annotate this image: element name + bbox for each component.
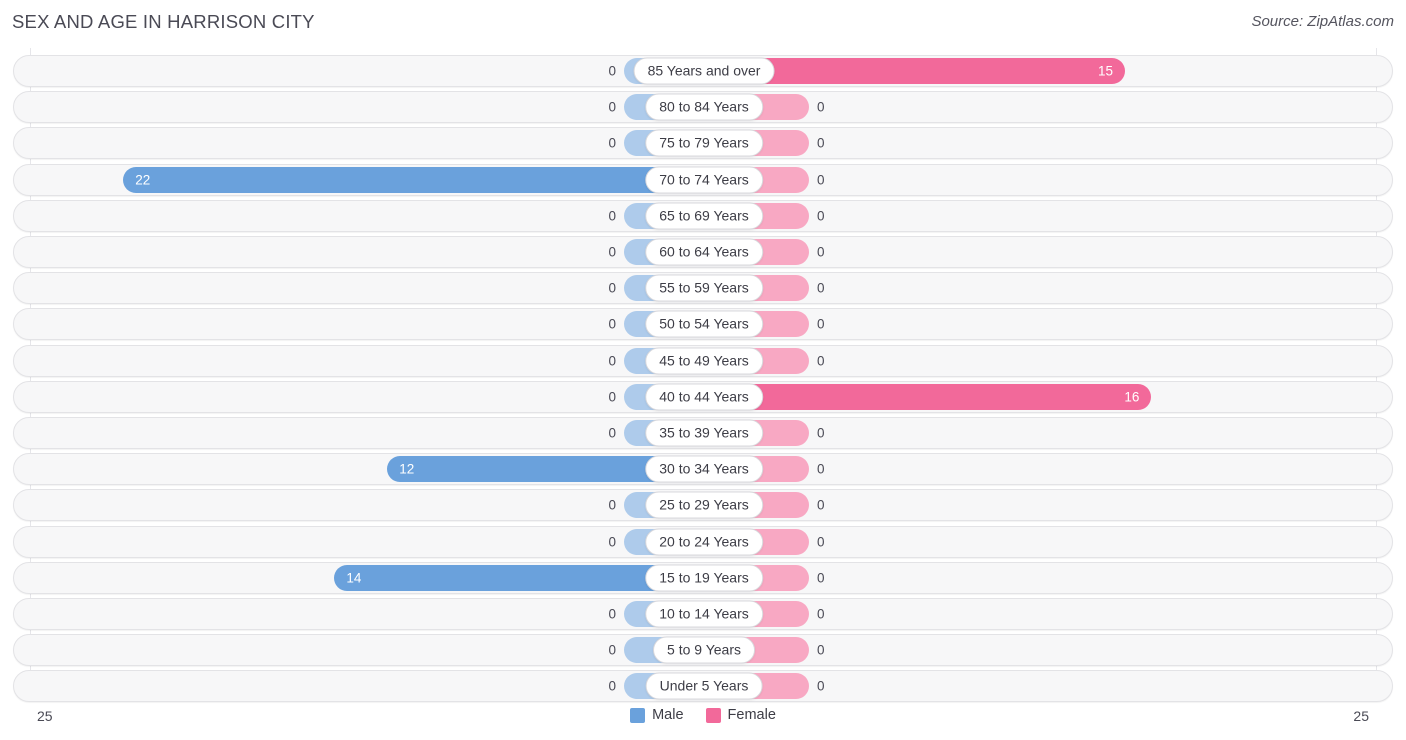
male-value-label: 0 [608,534,616,550]
table-row[interactable]: 0 0 45 to 49 Years [13,344,1393,377]
female-value-label: 0 [817,678,825,694]
age-group-label: 25 to 29 Years [645,491,763,519]
female-value-label: 0 [817,244,825,260]
female-value-label: 0 [817,497,825,513]
male-value-label: 0 [608,389,616,405]
table-row[interactable]: 0 0 5 to 9 Years [13,634,1393,667]
female-value-label: 0 [817,208,825,224]
legend-swatch-male [630,707,646,723]
female-value-label: 0 [817,461,825,477]
age-group-label: 50 to 54 Years [645,310,763,338]
page-title: SEX AND AGE IN HARRISON CITY [12,11,315,32]
male-value-label: 0 [608,606,616,622]
source-attribution: Source: ZipAtlas.com [1251,13,1394,30]
table-row[interactable]: 0 0 Under 5 Years [13,670,1393,703]
male-value-label: 0 [608,642,616,658]
female-value-label: 0 [817,425,825,441]
table-row[interactable]: 0 0 80 to 84 Years [13,91,1393,124]
male-value-label: 22 [135,172,151,188]
table-row[interactable]: 0 0 35 to 39 Years [13,417,1393,449]
legend-label-female: Female [727,707,776,723]
chart-footer: 25 25 Male Female [0,700,1406,740]
female-value-label: 0 [817,135,825,151]
table-row[interactable]: 14 0 15 to 19 Years [13,561,1393,594]
age-group-label: 15 to 19 Years [645,564,763,592]
legend-item-female[interactable]: Female [705,707,776,723]
male-value-label: 12 [399,461,415,477]
age-group-label: 55 to 59 Years [645,274,763,302]
chart-page: SEX AND AGE IN HARRISON CITY Source: Zip… [0,0,1406,740]
female-bar[interactable]: 15 [729,58,1125,84]
table-row[interactable]: 0 0 65 to 69 Years [13,199,1393,232]
pyramid-plot-area: 15 0 85 Years and over 0 0 80 to 84 Years 0 0 75… [0,48,1406,703]
age-group-label: 70 to 74 Years [645,166,763,194]
female-value-label: 0 [817,172,825,188]
age-group-label: 30 to 34 Years [645,455,763,483]
chart-header: SEX AND AGE IN HARRISON CITY Source: Zip… [0,0,1406,46]
female-value-label: 15 [1097,63,1113,79]
age-group-label: 35 to 39 Years [645,419,763,447]
age-group-label: 5 to 9 Years [653,636,755,664]
age-group-label: 75 to 79 Years [645,129,763,157]
male-value-label: 0 [608,63,616,79]
male-value-label: 0 [608,244,616,260]
table-row[interactable]: 0 0 10 to 14 Years [13,598,1393,630]
table-row[interactable]: 0 0 50 to 54 Years [13,308,1393,341]
female-value-label: 0 [817,99,825,115]
male-value-label: 0 [608,353,616,369]
male-value-label: 0 [608,316,616,332]
table-row[interactable]: 0 0 25 to 29 Years [13,489,1393,522]
age-group-label: 80 to 84 Years [645,93,763,121]
male-bar[interactable]: 22 [123,166,704,193]
table-row[interactable]: 15 0 85 Years and over [13,55,1393,87]
table-row[interactable]: 22 0 70 to 74 Years [13,163,1393,196]
female-value-label: 0 [817,316,825,332]
age-group-label: 10 to 14 Years [645,600,763,628]
table-row[interactable]: 0 0 20 to 24 Years [13,525,1393,558]
legend-swatch-female [705,707,721,723]
table-row[interactable]: 12 0 30 to 34 Years [13,453,1393,486]
age-group-label: 60 to 64 Years [645,238,763,266]
chart-legend: Male Female [0,707,1406,723]
male-value-label: 0 [608,208,616,224]
age-group-label: 65 to 69 Years [645,202,763,230]
female-value-label: 0 [817,280,825,296]
female-value-label: 0 [817,534,825,550]
female-bar[interactable]: 16 [729,383,1152,410]
male-value-label: 0 [608,135,616,151]
age-group-label: 40 to 44 Years [645,383,763,411]
female-value-label: 16 [1124,389,1140,405]
male-value-label: 0 [608,497,616,513]
age-group-label: 85 Years and over [633,57,775,85]
female-value-label: 0 [817,353,825,369]
age-group-label: 45 to 49 Years [645,347,763,375]
age-group-label: 20 to 24 Years [645,528,763,556]
table-row[interactable]: 0 0 60 to 64 Years [13,236,1393,268]
male-value-label: 0 [608,425,616,441]
legend-label-male: Male [652,707,684,723]
male-value-label: 0 [608,678,616,694]
legend-item-male[interactable]: Male [630,707,684,723]
male-value-label: 0 [608,99,616,115]
male-value-label: 14 [346,570,362,586]
age-group-label: Under 5 Years [645,672,763,700]
table-row[interactable]: 16 0 40 to 44 Years [13,380,1393,413]
female-value-label: 0 [817,570,825,586]
table-row[interactable]: 0 0 55 to 59 Years [13,272,1393,305]
male-value-label: 0 [608,280,616,296]
table-row[interactable]: 0 0 75 to 79 Years [13,127,1393,160]
female-value-label: 0 [817,642,825,658]
female-value-label: 0 [817,606,825,622]
